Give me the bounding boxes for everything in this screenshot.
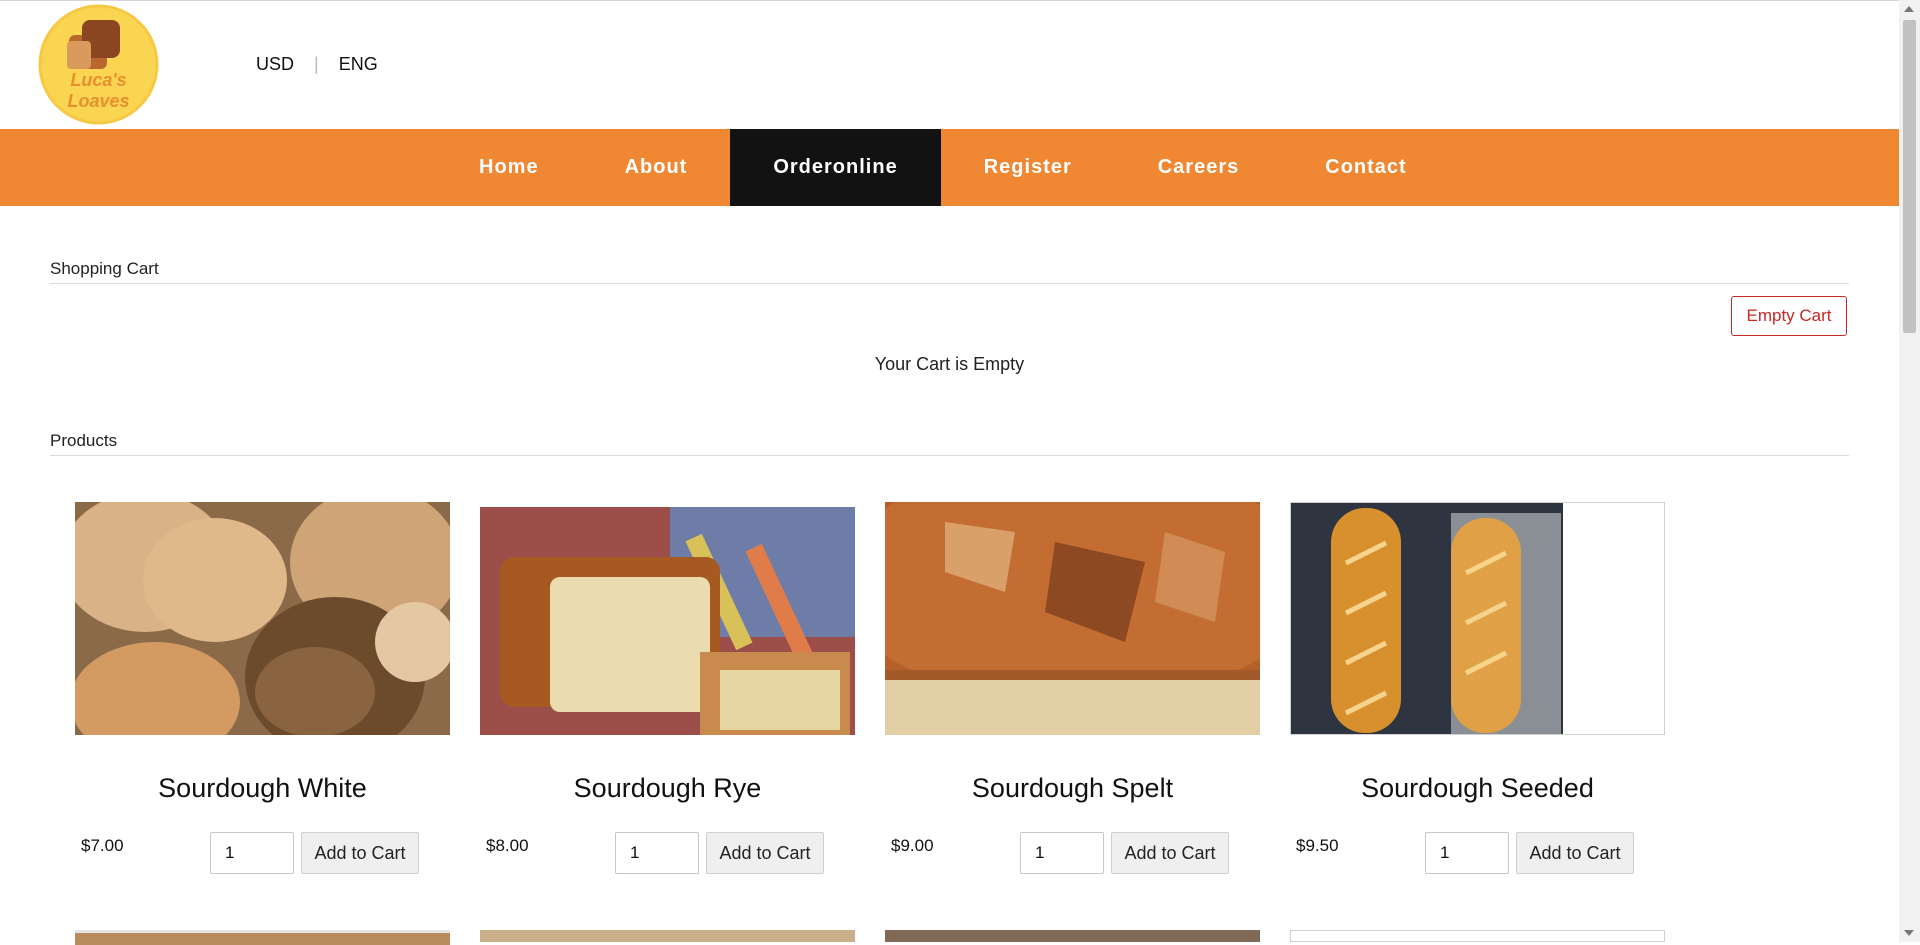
scroll-up-icon[interactable] [1904,6,1914,12]
product-image[interactable] [1290,502,1665,735]
bread-logo-icon: Luca's Loaves [38,4,159,125]
quantity-input[interactable] [615,832,699,874]
brand-logo[interactable]: Luca's Loaves [37,3,160,126]
product-price: $9.50 [1296,836,1339,855]
empty-cart-button[interactable]: Empty Cart [1731,296,1847,336]
product-name: Sourdough Rye [573,773,762,803]
locale-switcher: USD | ENG [256,54,378,75]
nav-home[interactable]: Home [436,129,582,206]
product-card: Sourdough Seeded $9.50 Add to Cart [1290,502,1665,880]
top-border [0,0,1899,1]
product-image-partial[interactable] [885,930,1260,942]
nav-contact[interactable]: Contact [1282,129,1449,206]
language-select[interactable]: ENG [339,54,378,75]
nav-careers[interactable]: Careers [1115,129,1283,206]
product-name: Sourdough White [158,773,367,803]
add-to-cart-button[interactable]: Add to Cart [706,832,824,874]
logo-text-2: Loaves [67,91,129,111]
add-to-cart-button[interactable]: Add to Cart [1516,832,1634,874]
product-image-partial[interactable] [75,930,450,945]
product-image-partial[interactable] [1290,930,1665,942]
scroll-down-icon[interactable] [1904,930,1914,936]
quantity-input[interactable] [1020,832,1104,874]
product-card: Sourdough White $7.00 Add to Cart [75,502,450,880]
add-to-cart-button[interactable]: Add to Cart [301,832,419,874]
product-name: Sourdough Spelt [971,773,1174,803]
add-to-cart-button[interactable]: Add to Cart [1111,832,1229,874]
currency-select[interactable]: USD [256,54,294,75]
nav-about[interactable]: About [582,129,731,206]
nav-register[interactable]: Register [941,129,1115,206]
cart-divider [50,283,1849,284]
quantity-input[interactable] [1425,832,1509,874]
page-scrollbar[interactable] [1899,0,1920,942]
product-price: $9.00 [891,836,934,855]
product-image-partial[interactable] [480,930,855,942]
product-price: $7.00 [81,836,124,855]
product-name: Sourdough Seeded [1361,773,1594,803]
product-card: Sourdough Spelt $9.00 Add to Cart [885,502,1260,880]
product-image[interactable] [885,502,1260,735]
products-divider [50,455,1849,456]
product-image[interactable] [75,502,450,735]
quantity-input[interactable] [210,832,294,874]
product-price: $8.00 [486,836,529,855]
cart-empty-message: Your Cart is Empty [874,354,1025,374]
product-card: Sourdough Rye $8.00 Add to Cart [480,502,855,880]
locale-divider: | [314,54,319,74]
scrollbar-thumb[interactable] [1903,20,1916,333]
shopping-cart-title: Shopping Cart [50,259,159,278]
logo-text-1: Luca's [70,70,126,90]
product-image[interactable] [480,502,855,735]
main-nav: Home About Orderonline Register Careers … [0,129,1899,206]
nav-orderonline[interactable]: Orderonline [730,129,941,206]
products-title: Products [50,431,118,450]
